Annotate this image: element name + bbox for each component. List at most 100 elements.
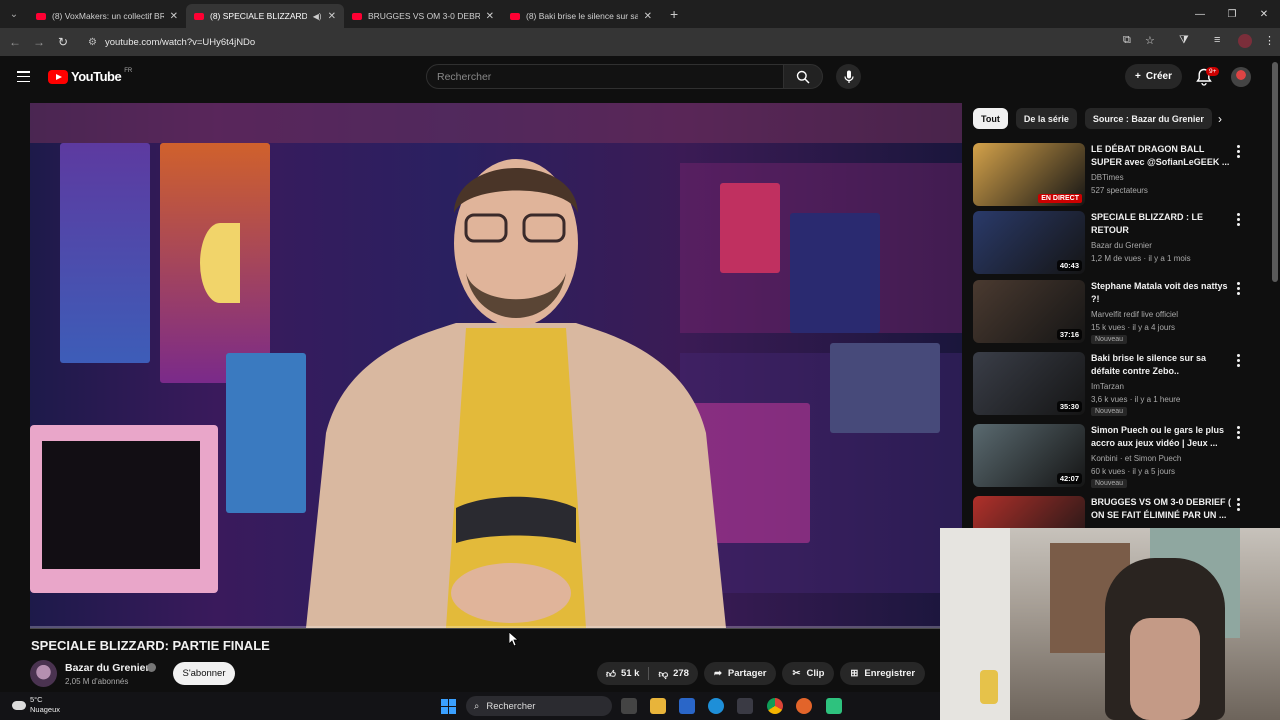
recommendation-title[interactable]: Baki brise le silence sur sa défaite con… (1091, 352, 1233, 378)
chip-source[interactable]: Source : Bazar du Grenier (1084, 108, 1212, 129)
subscribe-button[interactable]: S'abonner (173, 662, 235, 685)
recommendation-channel[interactable]: Bazar du Grenier (1091, 241, 1152, 250)
search-input[interactable]: Rechercher (426, 64, 784, 89)
channel-name[interactable]: Bazar du Grenier (65, 662, 150, 674)
app-icon[interactable] (826, 698, 842, 714)
chrome-icon[interactable] (767, 698, 783, 714)
video-thumbnail[interactable]: 40:43 (973, 211, 1085, 274)
close-tab-icon[interactable]: ✕ (328, 11, 336, 22)
close-tab-icon[interactable]: ✕ (644, 11, 652, 22)
share-label: Partager (727, 668, 767, 679)
forward-icon[interactable]: → (27, 35, 51, 49)
search-button[interactable] (783, 64, 823, 89)
video-thumbnail[interactable]: 37:16 (973, 280, 1085, 343)
youtube-logo[interactable]: YouTube FR (48, 68, 132, 84)
account-avatar[interactable] (1231, 67, 1251, 87)
windows-start-icon[interactable] (441, 699, 456, 714)
recommendation-channel[interactable]: Konbini · et Simon Puech (1091, 454, 1181, 463)
clip-button[interactable]: ✂ Clip (782, 662, 835, 685)
new-tab-icon[interactable]: + (670, 6, 678, 22)
more-options-icon[interactable] (1237, 145, 1241, 158)
file-explorer-icon[interactable] (650, 698, 666, 714)
live-badge: EN DIRECT (1038, 194, 1082, 203)
browser-tab[interactable]: (8) VoxMakers: un collectif BRIS ✕ (28, 4, 186, 28)
save-button[interactable]: ⊞ Enregistrer (840, 662, 926, 685)
new-badge: Nouveau (1091, 335, 1128, 344)
recommendation-channel[interactable]: DBTimes (1091, 173, 1124, 182)
reload-icon[interactable]: ↻ (51, 35, 75, 49)
recommendation-item[interactable]: 42:07 Simon Puech ou le gars le plus accr… (973, 424, 1253, 490)
maximize-icon[interactable]: ❐ (1216, 0, 1248, 28)
recommendation-title[interactable]: BRUGGES VS OM 3-0 DEBRIEF ( ON SE FAIT É… (1091, 496, 1233, 522)
recommendation-channel[interactable]: Marvelfit redif live officiel (1091, 310, 1178, 319)
new-badge: Nouveau (1091, 479, 1128, 488)
close-tab-icon[interactable]: ✕ (170, 11, 178, 22)
youtube-favicon-icon (352, 12, 362, 20)
browser-tab[interactable]: BRUGGES VS OM 3-0 DEBRIEF ✕ (344, 4, 502, 28)
profile-avatar[interactable] (1238, 34, 1252, 48)
weather-widget[interactable]: 5°C Nuageux (12, 695, 60, 715)
tab-title: BRUGGES VS OM 3-0 DEBRIEF (368, 11, 480, 21)
more-options-icon[interactable] (1237, 213, 1241, 226)
recommendation-title[interactable]: Stephane Matala voit des nattys ?! (1091, 280, 1233, 306)
subscriber-count: 2,05 M d'abonnés (65, 677, 129, 686)
chevron-right-icon[interactable]: › (1218, 112, 1222, 126)
browser-tab[interactable]: (8) Baki brise le silence sur sa d ✕ (502, 4, 660, 28)
recommendation-title[interactable]: SPECIALE BLIZZARD : LE RETOUR (1091, 211, 1233, 237)
video-thumbnail[interactable] (973, 496, 1085, 528)
scrollbar[interactable] (1272, 62, 1278, 282)
edge-icon[interactable] (708, 698, 724, 714)
video-player[interactable] (30, 103, 962, 628)
bookmark-star-icon[interactable]: ☆ (1145, 34, 1155, 47)
create-button[interactable]: + Créer (1125, 64, 1182, 89)
chip-series[interactable]: De la série (1015, 108, 1077, 129)
channel-avatar[interactable] (30, 660, 57, 687)
site-info-icon[interactable]: ⚙ (88, 37, 97, 48)
browser-menu-icon[interactable]: ⋮ (1264, 34, 1275, 47)
more-options-icon[interactable] (1237, 498, 1241, 511)
recommendation-channel[interactable]: ImTarzan (1091, 382, 1124, 391)
tab-search-icon[interactable]: ⌄ (0, 0, 28, 28)
recommendation-item[interactable]: 35:30 Baki brise le silence sur sa défait… (973, 352, 1253, 418)
browser-tab-active[interactable]: (8) SPECIALE BLIZZARD: PA ◀) ✕ (186, 4, 344, 28)
install-app-icon[interactable]: ⧉ (1123, 34, 1131, 47)
video-thumbnail[interactable]: 35:30 (973, 352, 1085, 415)
share-button[interactable]: ➦ Partager (703, 662, 777, 685)
address-bar[interactable]: ⚙ youtube.com/watch?v=UHy6t4jNDo (80, 31, 1170, 53)
voice-search-button[interactable] (836, 64, 861, 89)
dislike-button[interactable]: 👎︎ 278 (649, 662, 698, 685)
recommendation-meta: 527 spectateurs (1091, 186, 1148, 195)
moon-decoration (200, 223, 240, 303)
close-tab-icon[interactable]: ✕ (486, 11, 494, 22)
store-icon[interactable] (737, 698, 753, 714)
app-icon[interactable] (679, 698, 695, 714)
speaker-icon[interactable]: ◀) (313, 12, 322, 21)
recommendation-title[interactable]: LE DÉBAT DRAGON BALL SUPER avec @SofianL… (1091, 143, 1233, 169)
media-control-icon[interactable]: ≡ (1214, 34, 1220, 46)
recommendation-item[interactable]: EN DIRECT LE DÉBAT DRAGON BALL SUPER avec… (973, 143, 1253, 209)
minimize-icon[interactable]: — (1184, 0, 1216, 28)
like-button[interactable]: 👍︎ 51 k (597, 662, 648, 685)
taskbar-search[interactable]: ⌕ Rechercher (466, 696, 612, 716)
recommendation-item[interactable]: 40:43 SPECIALE BLIZZARD : LE RETOUR Bazar … (973, 211, 1253, 277)
recommendation-item[interactable]: 37:16 Stephane Matala voit des nattys ?! M… (973, 280, 1253, 346)
video-thumbnail[interactable]: EN DIRECT (973, 143, 1085, 206)
recommendation-title[interactable]: Simon Puech ou le gars le plus accro aux… (1091, 424, 1233, 450)
extensions-icon[interactable]: ⧩ (1179, 34, 1189, 47)
notification-count-badge: 9+ (1206, 67, 1220, 76)
game-box (720, 183, 780, 273)
more-options-icon[interactable] (1237, 282, 1241, 295)
more-options-icon[interactable] (1237, 426, 1241, 439)
recommendation-item[interactable]: BRUGGES VS OM 3-0 DEBRIEF ( ON SE FAIT É… (973, 496, 1253, 528)
task-view-icon[interactable] (621, 698, 637, 714)
more-options-icon[interactable] (1237, 354, 1241, 367)
poster (226, 353, 306, 513)
video-thumbnail[interactable]: 42:07 (973, 424, 1085, 487)
back-icon[interactable]: ← (3, 35, 27, 49)
chip-label: De la série (1023, 113, 1069, 124)
chip-all[interactable]: Tout (973, 108, 1008, 129)
menu-icon[interactable] (17, 71, 30, 82)
video-progress-bar[interactable] (30, 626, 962, 629)
firefox-icon[interactable] (796, 698, 812, 714)
close-window-icon[interactable]: ✕ (1248, 0, 1280, 28)
